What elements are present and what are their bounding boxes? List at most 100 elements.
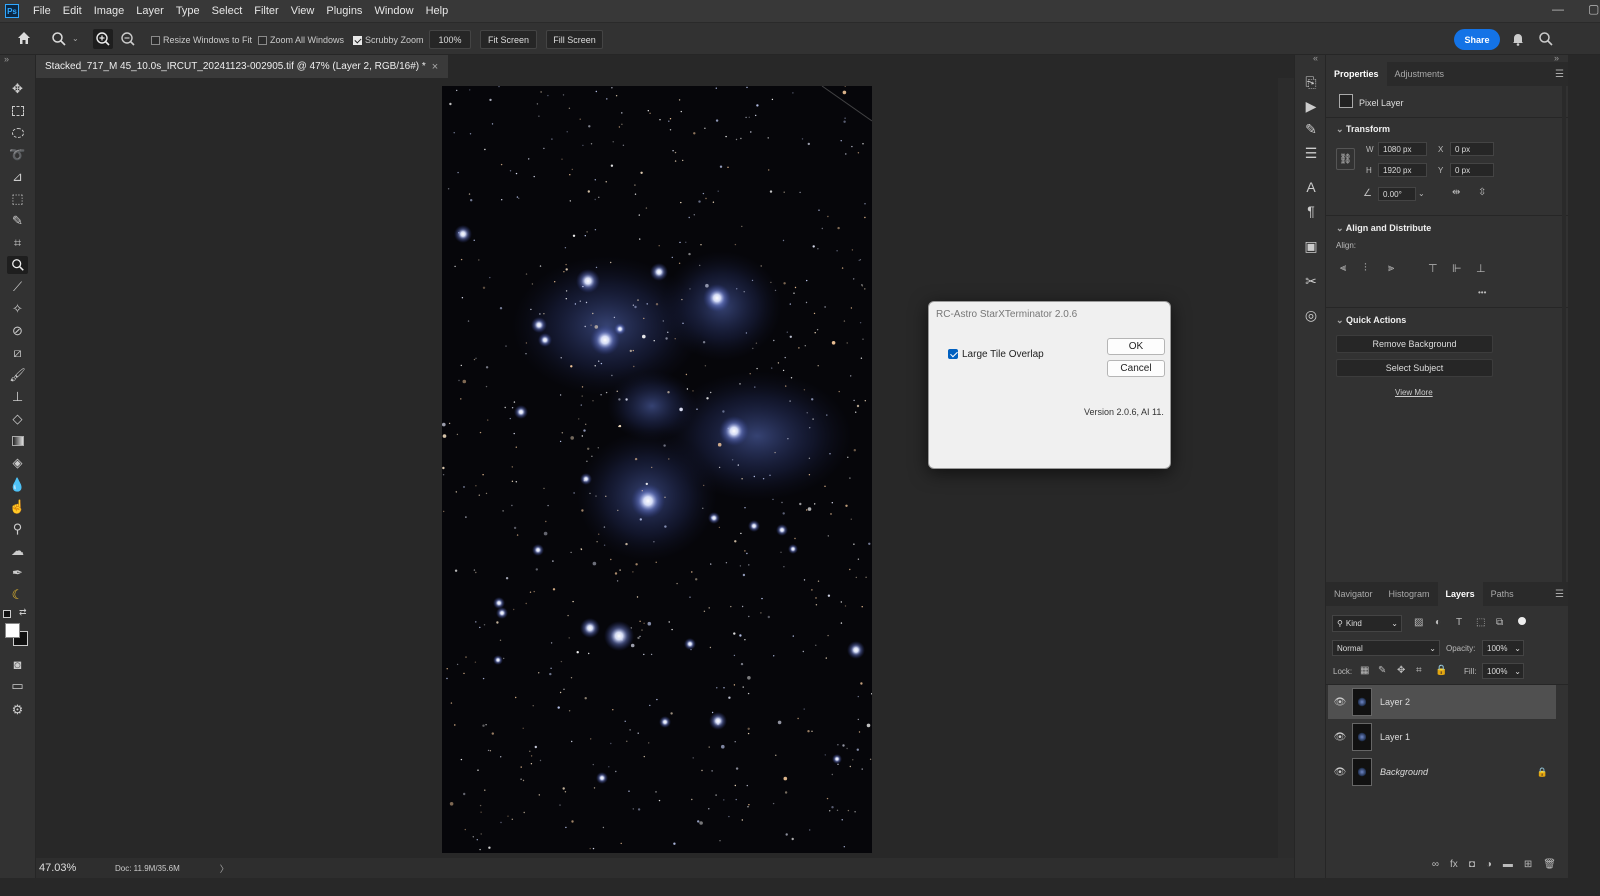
lock-artboard-icon[interactable]: ⌗ (1416, 665, 1422, 676)
align-middle-v-icon[interactable]: ⊩ (1452, 262, 1462, 275)
tab-adjustments[interactable]: Adjustments (1387, 62, 1453, 86)
blur-tool-icon[interactable]: 💧 (7, 476, 28, 494)
lock-transparent-icon[interactable]: ▦ (1360, 665, 1369, 676)
clone-stamp-icon[interactable]: ⊥ (7, 388, 28, 406)
height-input[interactable]: 1920 px (1378, 163, 1427, 177)
link-layers-icon[interactable]: ∞ (1432, 859, 1439, 870)
tab-histogram[interactable]: Histogram (1381, 582, 1438, 606)
resize-windows-checkbox[interactable] (151, 34, 160, 46)
home-icon[interactable] (16, 30, 32, 46)
x-input[interactable]: 0 px (1450, 142, 1494, 156)
collapse-toolbar-icon[interactable]: » (4, 54, 9, 64)
adjustment-layer-icon[interactable]: ◑ (1486, 859, 1492, 870)
object-selection-icon[interactable]: ⬚ (7, 190, 28, 208)
cancel-button[interactable]: Cancel (1107, 360, 1165, 377)
vertical-scrollbar[interactable] (1278, 78, 1294, 858)
history-icon[interactable]: ⎘ (1301, 72, 1321, 92)
status-zoom[interactable]: 47.03% (39, 862, 111, 874)
layer-name[interactable]: Layer 2 (1380, 697, 1410, 707)
align-center-h-icon[interactable]: ⫶ (1364, 262, 1367, 275)
new-layer-icon[interactable]: ⊞ (1524, 859, 1532, 870)
ellipse-marquee-icon[interactable] (7, 124, 28, 142)
sponge-tool-icon[interactable]: ☁ (7, 542, 28, 560)
tab-properties[interactable]: Properties (1326, 62, 1387, 86)
tab-navigator[interactable]: Navigator (1326, 582, 1381, 606)
layer-name[interactable]: Background (1380, 767, 1428, 777)
delete-layer-icon[interactable]: 🗑 (1543, 859, 1556, 870)
align-top-icon[interactable]: ⊤ (1428, 262, 1438, 275)
angle-input[interactable]: 0.00° (1378, 187, 1416, 201)
remove-background-button[interactable]: Remove Background (1336, 335, 1493, 353)
new-group-icon[interactable]: ▬ (1503, 859, 1513, 870)
chevron-down-icon[interactable]: ⌄ (72, 34, 79, 43)
search-icon[interactable] (1538, 31, 1554, 47)
brush-settings-icon[interactable]: ✎ (1301, 119, 1321, 139)
eraser-tool-icon[interactable]: ◇ (7, 410, 28, 428)
move-tool-icon[interactable]: ✥ (7, 80, 28, 98)
menu-window[interactable]: Window (368, 5, 419, 17)
flip-vertical-icon[interactable]: ⇳ (1478, 187, 1486, 198)
menu-file[interactable]: File (27, 5, 57, 17)
ok-button[interactable]: OK (1107, 338, 1165, 355)
paint-bucket-icon[interactable]: ◈ (7, 454, 28, 472)
lock-all-icon[interactable]: 🔒 (1435, 665, 1447, 676)
y-input[interactable]: 0 px (1450, 163, 1494, 177)
tool-presets-icon[interactable]: ✂ (1301, 271, 1321, 291)
quick-selection-icon[interactable]: ✎ (7, 212, 28, 230)
banana-icon[interactable]: ☾ (7, 586, 28, 604)
close-tab-icon[interactable]: × (432, 61, 438, 73)
zoom-out-icon[interactable] (118, 29, 138, 49)
lasso-tool-icon[interactable]: ➰ (7, 146, 28, 164)
eye-icon[interactable]: 👁 (1328, 767, 1352, 778)
menu-layer[interactable]: Layer (130, 5, 170, 17)
add-mask-icon[interactable]: ◘ (1469, 859, 1475, 870)
filter-shape-icon[interactable]: ⬚ (1476, 617, 1485, 628)
lock-image-icon[interactable]: ✎ (1378, 665, 1386, 676)
healing-brush-icon[interactable]: ⊘ (7, 322, 28, 340)
filter-type-icon[interactable]: T (1456, 617, 1462, 628)
blend-mode-select[interactable]: Normal ⌄ (1332, 640, 1440, 656)
collapse-strip-icon[interactable]: « (1313, 53, 1318, 63)
menu-filter[interactable]: Filter (248, 5, 284, 17)
properties-scrollbar[interactable] (1562, 85, 1566, 585)
quick-mask-icon[interactable]: ◙ (7, 655, 28, 673)
menu-help[interactable]: Help (420, 5, 455, 17)
lock-icon[interactable]: 🔒 (1537, 767, 1548, 778)
tab-paths[interactable]: Paths (1483, 582, 1522, 606)
more-options-icon[interactable]: ••• (1478, 288, 1486, 297)
large-tile-overlap-checkbox[interactable] (948, 348, 958, 360)
eye-icon[interactable]: 👁 (1328, 697, 1352, 708)
align-right-icon[interactable]: ⫸ (1388, 262, 1394, 275)
filter-toggle-icon[interactable] (1518, 617, 1526, 625)
swap-colors-icon[interactable]: ⇄ (19, 607, 27, 618)
select-subject-button[interactable]: Select Subject (1336, 359, 1493, 377)
tab-layers[interactable]: Layers (1437, 582, 1483, 606)
menu-image[interactable]: Image (88, 5, 131, 17)
status-expand-arrow[interactable]: 〉 (220, 862, 229, 875)
pen-tool-icon[interactable]: ✒ (7, 564, 28, 582)
screen-mode-icon[interactable]: ▭ (7, 677, 28, 695)
width-input[interactable]: 1080 px (1378, 142, 1427, 156)
marquee-tool-icon[interactable] (7, 102, 28, 120)
gradient-tool-icon[interactable] (7, 432, 28, 450)
actions-play-icon[interactable]: ▶ (1301, 96, 1321, 116)
plugin-target-icon[interactable]: ◎ (1301, 305, 1321, 325)
zoom-percent-button[interactable]: 100% (429, 30, 471, 49)
dodge-tool-icon[interactable]: ⚲ (7, 520, 28, 538)
eye-icon[interactable]: 👁 (1328, 732, 1352, 743)
document-tab[interactable]: Stacked_717_M 45_10.0s_IRCUT_20241123-00… (36, 55, 449, 78)
layer-filter-select[interactable]: ⚲ Kind ⌄ (1332, 615, 1402, 632)
menu-type[interactable]: Type (170, 5, 206, 17)
smudge-tool-icon[interactable]: ☝ (7, 498, 28, 516)
layers-menu-icon[interactable]: ☰ (1555, 589, 1564, 600)
layer-row-layer-2[interactable]: 👁 Layer 2 (1328, 685, 1556, 719)
libraries-icon[interactable]: ▣ (1301, 236, 1321, 256)
document-image[interactable] (442, 86, 872, 853)
minimize-icon[interactable]: — (1552, 2, 1564, 16)
paragraph-icon[interactable]: ¶ (1301, 201, 1321, 221)
layer-row-layer-1[interactable]: 👁 Layer 1 (1328, 720, 1556, 754)
bandage-icon[interactable]: ⧄ (7, 344, 28, 362)
share-button[interactable]: Share (1454, 29, 1500, 50)
spot-healing-icon[interactable]: ✧ (7, 300, 28, 318)
layer-row-background[interactable]: 👁 Background 🔒 (1328, 755, 1556, 789)
